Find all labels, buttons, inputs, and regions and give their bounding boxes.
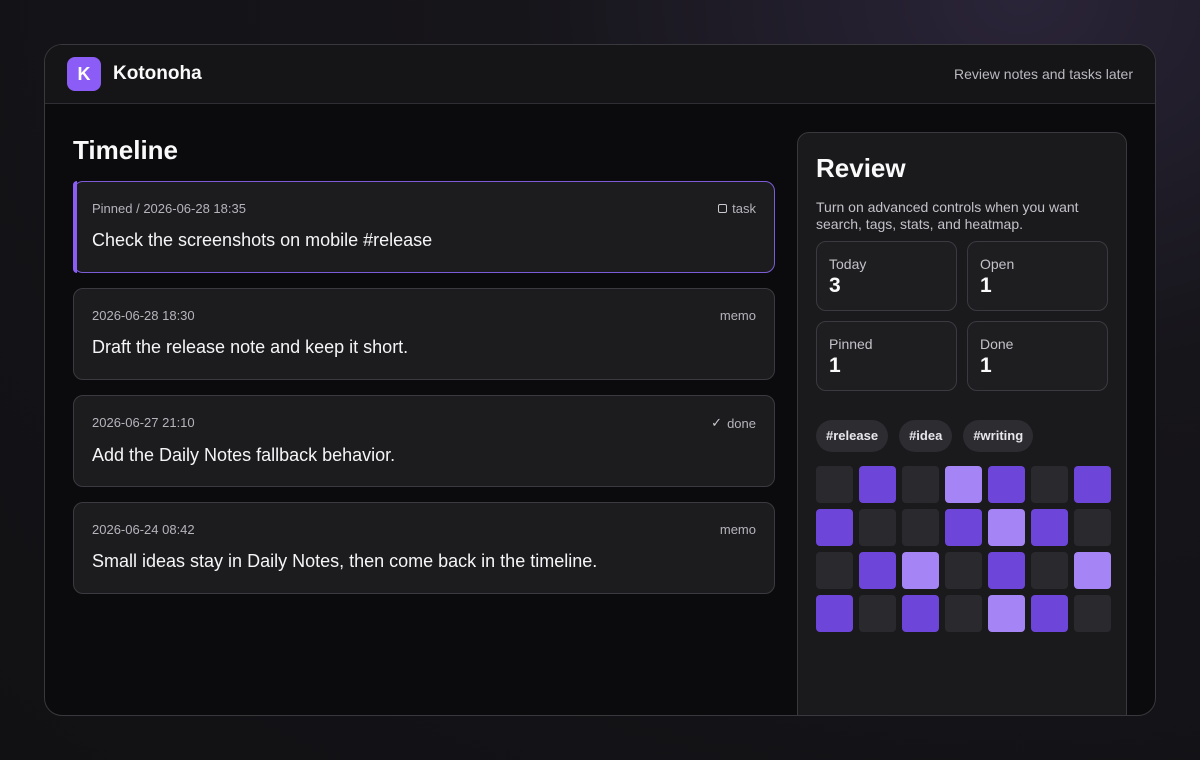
card-timestamp: 2026-06-27 21:10 xyxy=(92,415,195,430)
stat-value: 1 xyxy=(829,354,841,377)
heatmap-cell xyxy=(902,552,939,589)
heatmap-cell xyxy=(902,509,939,546)
heatmap-cell xyxy=(1074,466,1111,503)
heatmap-cell xyxy=(1074,595,1111,632)
app-name: Kotonoha xyxy=(113,63,202,84)
activity-heatmap xyxy=(816,466,1111,632)
heatmap-cell xyxy=(859,466,896,503)
app-logo-icon: K xyxy=(67,57,101,91)
card-text: Check the screenshots on mobile #release xyxy=(92,230,433,250)
card-kind-label: memo xyxy=(719,522,756,537)
card-meta: 2026-06-24 08:42 memo xyxy=(92,522,756,537)
stat-label: Today xyxy=(829,256,867,272)
heatmap-cell xyxy=(988,466,1025,503)
heatmap-cell xyxy=(945,552,982,589)
card-text: Draft the release note and keep it short… xyxy=(92,337,409,357)
timeline-section: Timeline Pinned / 2026-06-28 18:35 task … xyxy=(73,135,775,609)
check-icon: ✓ xyxy=(711,415,723,430)
heatmap-cell xyxy=(1031,595,1068,632)
card-kind[interactable]: task xyxy=(718,201,756,216)
card-kind-label: memo xyxy=(719,308,756,323)
heatmap-cell xyxy=(1074,552,1111,589)
stat-today: Today 3 xyxy=(816,241,957,311)
stat-open: Open 1 xyxy=(967,241,1108,311)
tag-idea[interactable]: #idea xyxy=(899,420,953,452)
heatmap-cell xyxy=(816,552,853,589)
stat-done: Done 1 xyxy=(967,321,1108,391)
heatmap-cell xyxy=(859,552,896,589)
card-meta: 2026-06-27 21:10 ✓ done xyxy=(92,415,756,431)
heatmap-cell xyxy=(945,509,982,546)
heatmap-cell xyxy=(1031,509,1068,546)
stat-value: 1 xyxy=(980,274,992,297)
app-window: K Kotonoha Review notes and tasks later … xyxy=(44,44,1156,716)
heatmap-cell xyxy=(988,595,1025,632)
heatmap-cell xyxy=(816,509,853,546)
heatmap-cell xyxy=(859,509,896,546)
review-panel: Review Turn on advanced controls when yo… xyxy=(797,132,1127,715)
heatmap-cell xyxy=(1074,509,1111,546)
card-meta: Pinned / 2026-06-28 18:35 task xyxy=(92,201,756,216)
title-bar: K Kotonoha Review notes and tasks later xyxy=(45,45,1155,104)
heatmap-cell xyxy=(945,595,982,632)
stat-value: 1 xyxy=(980,354,992,377)
card-meta: 2026-06-28 18:30 memo xyxy=(92,308,756,323)
card-timestamp: 2026-06-24 08:42 xyxy=(92,522,195,537)
card-kind: memo xyxy=(720,308,756,323)
stat-pinned: Pinned 1 xyxy=(816,321,957,391)
stat-value: 3 xyxy=(829,274,841,297)
stat-label: Pinned xyxy=(829,336,873,352)
stat-label: Done xyxy=(980,336,1014,352)
stats-grid: Today 3 Open 1 Pinned 1 Done 1 xyxy=(816,241,1108,391)
tag-writing[interactable]: #writing xyxy=(963,420,1034,452)
stat-label: Open xyxy=(980,256,1015,272)
card-timestamp: Pinned / 2026-06-28 18:35 xyxy=(92,201,246,216)
brand: K Kotonoha xyxy=(67,57,202,91)
card-text: Small ideas stay in Daily Notes, then co… xyxy=(92,551,598,571)
timeline-card[interactable]: Pinned / 2026-06-28 18:35 task Check the… xyxy=(73,181,775,273)
card-kind-label: done xyxy=(727,415,756,431)
page-title: Timeline xyxy=(73,135,179,165)
heatmap-cell xyxy=(816,595,853,632)
review-title: Review xyxy=(816,153,906,183)
tag-release[interactable]: #release xyxy=(816,420,889,452)
heatmap-cell xyxy=(859,595,896,632)
heatmap-cell xyxy=(988,552,1025,589)
tag-list: #release #idea #writing xyxy=(816,420,1108,452)
header-hint: Review notes and tasks later xyxy=(954,66,1133,82)
timeline-card[interactable]: 2026-06-27 21:10 ✓ done Add the Daily No… xyxy=(73,395,775,487)
heatmap-cell xyxy=(988,509,1025,546)
heatmap-cell xyxy=(945,466,982,503)
heatmap-cell xyxy=(902,595,939,632)
heatmap-cell xyxy=(902,466,939,503)
checkbox-icon[interactable] xyxy=(718,204,728,213)
card-timestamp: 2026-06-28 18:30 xyxy=(92,308,195,323)
card-kind-label: task xyxy=(732,201,756,216)
review-description: Turn on advanced controls when you want … xyxy=(816,199,1079,232)
heatmap-cell xyxy=(1031,466,1068,503)
main-content: Timeline Pinned / 2026-06-28 18:35 task … xyxy=(45,105,1155,715)
timeline-card[interactable]: 2026-06-24 08:42 memo Small ideas stay i… xyxy=(73,502,775,594)
card-kind[interactable]: ✓ done xyxy=(711,415,756,431)
heatmap-cell xyxy=(816,466,853,503)
card-kind: memo xyxy=(720,522,756,537)
timeline-card[interactable]: 2026-06-28 18:30 memo Draft the release … xyxy=(73,288,775,380)
heatmap-cell xyxy=(1031,552,1068,589)
card-text: Add the Daily Notes fallback behavior. xyxy=(92,445,396,465)
